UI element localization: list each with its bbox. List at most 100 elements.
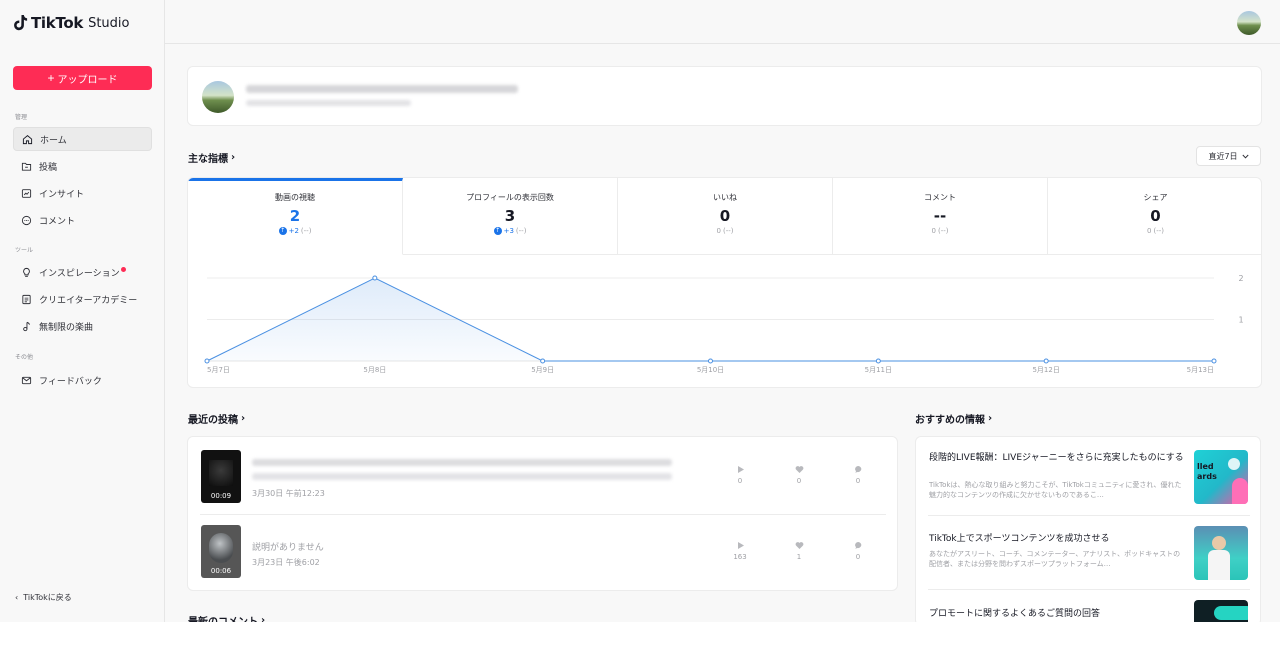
sidebar-item-label: 投稿 xyxy=(39,162,58,173)
post-caption: 説明がありません xyxy=(252,543,324,553)
recommendation-title: 段階的LIVE報酬：LIVEジャーニーをさらに充実したものにする xyxy=(929,453,1184,463)
sidebar-item-label: インサイト xyxy=(39,189,85,200)
recent-posts-title[interactable]: 最近の投稿 › xyxy=(188,411,245,426)
home-icon xyxy=(22,134,33,144)
metric-value: 0 xyxy=(1150,207,1161,225)
likes-stat: 1 xyxy=(784,541,814,561)
metric-tab-video-views[interactable]: 動画の視聴 2 ↑ +2 (--) xyxy=(188,178,403,255)
chart-point[interactable] xyxy=(708,358,713,364)
back-label: TikTokに戻る xyxy=(23,593,72,602)
sidebar-item-comments[interactable]: コメント xyxy=(13,208,152,232)
recommendation-item[interactable]: 段階的LIVE報酬：LIVEジャーニーをさらに充実したものにする TikTokは… xyxy=(928,441,1250,515)
metric-label: シェア xyxy=(1143,193,1168,202)
sidebar-item-feedback[interactable]: フィードバック xyxy=(13,368,152,392)
sidebar-item-label: クリエイターアカデミー xyxy=(39,295,138,306)
post-row[interactable]: 00:09 3月30日 午前12:23 0 0 0 xyxy=(200,445,886,515)
views-stat: 163 xyxy=(725,541,755,561)
metric-tab-likes[interactable]: いいね 0 0 (--) xyxy=(618,178,833,255)
sidebar-item-home[interactable]: ホーム xyxy=(13,127,152,151)
sidebar-item-inspiration[interactable]: インスピレーション xyxy=(13,260,152,284)
date-range-select[interactable]: 直近7日 xyxy=(1196,146,1261,166)
recommendation-image: lled ards xyxy=(1194,450,1248,504)
section-label-manage: 管理 xyxy=(15,114,28,121)
recent-posts-card: 00:09 3月30日 午前12:23 0 0 0 00:06 説明がありません… xyxy=(187,436,898,591)
post-thumbnail[interactable]: 00:06 xyxy=(201,525,241,578)
latest-comments-title[interactable]: 最新のコメント › xyxy=(188,613,265,622)
recommendations-card: 段階的LIVE報酬：LIVEジャーニーをさらに充実したものにする TikTokは… xyxy=(915,436,1261,622)
blurred-caption-line-2 xyxy=(252,473,672,480)
x-tick-label: 5月11日 xyxy=(865,366,892,374)
metric-tab-shares[interactable]: シェア 0 0 (--) xyxy=(1048,178,1261,255)
sidebar-item-music[interactable]: 無制限の楽曲 xyxy=(13,314,152,338)
chart-point[interactable] xyxy=(372,275,378,281)
sidebar-item-label: 無制限の楽曲 xyxy=(39,322,94,333)
blurred-profile-stats xyxy=(246,100,411,106)
profile-card xyxy=(187,66,1262,126)
upload-button[interactable]: + アップロード xyxy=(13,66,152,90)
sidebar-item-label: コメント xyxy=(39,216,76,227)
arrow-up-icon: ↑ xyxy=(493,227,502,235)
metric-delta: 0 (--) xyxy=(1147,227,1164,235)
chevron-left-icon: ‹ xyxy=(15,593,19,602)
plus-icon: + xyxy=(47,71,55,85)
top-bar xyxy=(165,0,1280,44)
sidebar-item-label: インスピレーション xyxy=(39,268,120,279)
metric-value: 2 xyxy=(289,207,301,225)
metric-tab-profile-views[interactable]: プロフィールの表示回数 3 ↑ +3 (--) xyxy=(403,178,618,255)
x-tick-label: 5月9日 xyxy=(531,366,554,374)
metric-delta: ↑ +3 (--) xyxy=(493,227,527,235)
recommendations-title[interactable]: おすすめの情報 › xyxy=(915,411,992,426)
tiktok-logo-icon xyxy=(14,15,28,31)
back-to-tiktok-link[interactable]: ‹ TikTokに戻る xyxy=(15,592,72,603)
logo[interactable]: TikTok Studio xyxy=(14,12,129,34)
chart-point[interactable] xyxy=(1043,358,1049,364)
sidebar-item-label: フィードバック xyxy=(39,376,102,387)
comments-stat: 0 xyxy=(843,465,873,485)
music-note-icon xyxy=(23,321,30,331)
heart-icon xyxy=(795,466,803,473)
metric-label: いいね xyxy=(713,193,737,202)
y-tick-label: 2 xyxy=(1238,274,1243,283)
section-label-other: その他 xyxy=(15,354,34,361)
avatar[interactable] xyxy=(1237,11,1261,35)
sidebar-item-insights[interactable]: インサイト xyxy=(13,181,152,205)
post-row[interactable]: 00:06 説明がありません 3月23日 午後6:02 163 1 0 xyxy=(200,514,886,584)
metric-tab-comments[interactable]: コメント -- 0 (--) xyxy=(833,178,1048,255)
upload-label: アップロード xyxy=(57,74,118,86)
metric-delta: ↑ +2 (--) xyxy=(278,227,312,235)
comment-bubble-icon xyxy=(854,542,861,549)
lightbulb-icon xyxy=(23,267,30,277)
logo-brand: TikTok xyxy=(31,14,84,32)
likes-stat: 0 xyxy=(784,465,814,485)
chart-point[interactable] xyxy=(1211,358,1217,364)
post-date: 3月23日 午後6:02 xyxy=(252,558,320,567)
chevron-right-icon: › xyxy=(231,152,236,163)
recommendation-item[interactable]: TikTok上でスポーツコンテンツを成功させる あなたがアスリート、コーチ、コメ… xyxy=(928,515,1250,589)
recommendation-item[interactable]: プロモートに関するよくあるご質問の回答 xyxy=(928,589,1250,622)
comment-bubble-icon xyxy=(854,466,861,473)
recommendation-desc: あなたがアスリート、コーチ、コメンテーター、アナリスト、ポッドキャストの配信者、… xyxy=(929,550,1181,568)
chart-point[interactable] xyxy=(540,358,546,364)
chart-point[interactable] xyxy=(875,358,881,364)
chart-point[interactable] xyxy=(204,358,210,364)
academy-icon xyxy=(22,294,31,304)
section-label-tools: ツール xyxy=(15,247,34,254)
x-tick-label: 5月10日 xyxy=(697,366,724,374)
x-tick-label: 5月12日 xyxy=(1032,366,1059,374)
recommendation-title: プロモートに関するよくあるご質問の回答 xyxy=(929,609,1101,619)
recommendation-image xyxy=(1194,600,1248,622)
range-label: 直近7日 xyxy=(1208,151,1238,161)
sidebar-item-posts[interactable]: 投稿 xyxy=(13,154,152,178)
play-icon xyxy=(737,542,744,549)
sidebar-item-creator-academy[interactable]: クリエイターアカデミー xyxy=(13,287,152,311)
logo-suffix: Studio xyxy=(88,15,130,31)
key-metrics-title[interactable]: 主な指標 › xyxy=(188,150,235,165)
post-thumbnail[interactable]: 00:09 xyxy=(201,450,241,503)
metric-delta: 0 (--) xyxy=(931,227,949,235)
chevron-down-icon xyxy=(1241,154,1249,159)
post-date: 3月30日 午前12:23 xyxy=(252,489,325,498)
comments-stat: 0 xyxy=(843,541,873,561)
chevron-right-icon: › xyxy=(241,413,246,424)
metric-label: 動画の視聴 xyxy=(275,193,315,202)
blurred-caption-line-1 xyxy=(252,459,672,466)
